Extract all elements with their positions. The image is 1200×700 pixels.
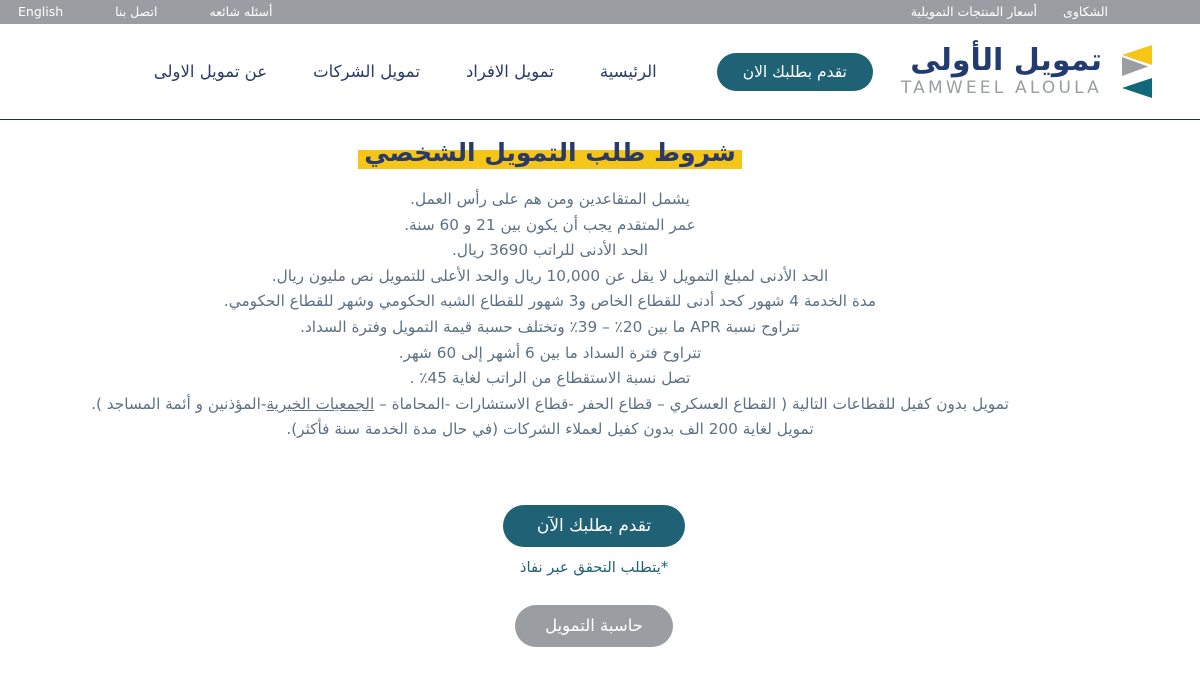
sectors-text-before: تمويل بدون كفيل للقطاعات التالية ( القطا… [374,394,1009,413]
brand-name-arabic: تمويل الأولى [910,43,1102,78]
top-utility-bar: الشكاوى أسعار المنتجات التمويلية English… [0,0,1200,24]
term-line: يشمل المتقاعدين ومن هم على رأس العمل. [410,190,690,208]
apply-now-button[interactable]: تقدم بطلبك الآن [502,504,686,547]
topbar-right-group: الشكاوى أسعار المنتجات التمويلية [911,0,1188,24]
topbar-item-complaints[interactable]: الشكاوى [1063,0,1108,24]
term-line: مدة الخدمة 4 شهور كحد أدنى للقطاع الخاص … [223,292,877,311]
term-line: تتراوح نسبة APR ما بين 20٪ – 39٪ وتختلف … [300,317,800,336]
nav-item-about[interactable]: عن تمويل الاولى [154,62,267,81]
tamweel-chevron-logo-icon [1114,44,1154,100]
term-line: تتراوح فترة السداد ما بين 6 أشهر إلى 60 … [398,343,702,362]
nav-item-personal-finance[interactable]: تمويل الافراد [466,62,554,81]
topbar-item-faq[interactable]: أسئله شائعه [209,0,272,24]
term-line-sectors: تمويل بدون كفيل للقطاعات التالية ( القطا… [0,392,1100,418]
terms-list: يشمل المتقاعدين ومن هم على رأس العمل. عم… [0,187,1200,443]
charities-link[interactable]: الجمعيات الخيرية [266,395,374,413]
nav-item-home[interactable]: الرئيسية [600,62,657,81]
brand-logo[interactable]: تمويل الأولى TAMWEEL ALOULA [901,44,1154,100]
action-buttons: تقدم بطلبك الآن *يتطلب التحقق عبر نفاذ ح… [0,504,1200,647]
brand-name-latin: TAMWEEL ALOULA [900,78,1102,98]
brand-wordmark: تمويل الأولى TAMWEEL ALOULA [901,46,1102,97]
topbar-left-group: English اتصل بنا أسئله شائعه [0,0,272,24]
topbar-item-contact-us[interactable]: اتصل بنا [115,0,157,24]
finance-calculator-button[interactable]: حاسبة التمويل [515,604,673,647]
term-line: تصل نسبة الاستقطاع من الراتب لغاية 45٪ . [409,369,691,388]
term-line: تمويل لغاية 200 الف بدون كفيل لعملاء الش… [286,420,814,439]
topbar-item-product-rates[interactable]: أسعار المنتجات التمويلية [911,0,1037,24]
nafath-verification-note: *يتطلب التحقق عبر نفاذ [519,558,669,576]
nav-item-corporate-finance[interactable]: تمويل الشركات [313,62,420,81]
main-navigation: الرئيسية تمويل الافراد تمويل الشركات عن … [154,62,679,81]
page-title-wrapper: شروط طلب التمويل الشخصي [0,138,1200,169]
topbar-item-language-english[interactable]: English [18,0,63,24]
term-line: عمر المتقدم يجب أن يكون بين 21 و 60 سنة. [404,215,696,234]
site-header: تمويل الأولى TAMWEEL ALOULA تقدم بطلبك ا… [0,24,1200,120]
term-line: الحد الأدنى للراتب 3690 ريال. [452,241,648,260]
term-line: الحد الأدنى لمبلغ التمويل لا يقل عن 10,0… [271,266,829,285]
sectors-text-after: -المؤذنين و أئمة المساجد ). [91,394,267,413]
main-content: شروط طلب التمويل الشخصي يشمل المتقاعدين … [0,120,1200,647]
page-title: شروط طلب التمويل الشخصي [358,138,742,169]
header-apply-now-button[interactable]: تقدم بطلبك الان [716,52,873,91]
